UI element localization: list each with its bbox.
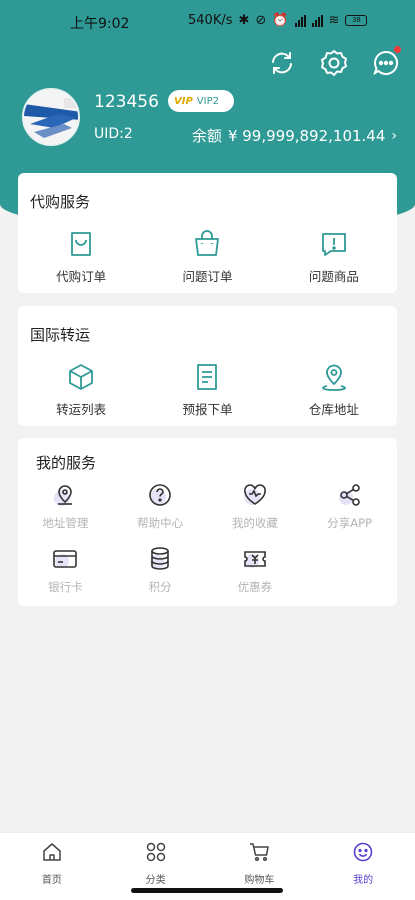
coupons-button[interactable]: 优惠券 xyxy=(208,546,303,595)
bag-handle-icon xyxy=(195,230,220,256)
top-actions xyxy=(267,46,401,78)
status-indicators: 540K/s ✱ ⊘ ⏰ ≋ 38 xyxy=(188,13,368,28)
section-title: 我的服务 xyxy=(36,454,97,472)
coins-icon xyxy=(150,547,169,570)
purchase-orders-button[interactable]: 代购订单 xyxy=(18,229,144,285)
tab-label: 首页 xyxy=(41,875,62,886)
tab-label: 分类 xyxy=(145,875,166,886)
signal-icon xyxy=(294,14,306,27)
vip-badge[interactable]: VIP VIP2 xyxy=(168,90,234,112)
share-app-button[interactable]: 分享APP xyxy=(302,482,397,531)
mute-icon: ⊘ xyxy=(255,13,267,28)
problem-products-button[interactable]: 问题商品 xyxy=(271,229,397,285)
balance-link[interactable]: 余额 ¥ 99,999,892,101.44 › xyxy=(192,125,397,146)
tab-label: 我的 xyxy=(353,875,374,886)
my-services-card: 我的服务 地址管理 帮助中心 我的收藏 分享APP 银行卡 积分 优惠券 xyxy=(18,438,397,606)
coupon-icon xyxy=(244,551,266,568)
warehouse-address-button[interactable]: 仓库地址 xyxy=(271,362,397,418)
item-label: 我的收藏 xyxy=(231,516,278,530)
alert-message-icon xyxy=(321,233,346,256)
section-title: 代购服务 xyxy=(30,193,91,211)
item-label: 转运列表 xyxy=(56,402,107,417)
item-label: 问题商品 xyxy=(308,269,359,284)
item-label: 优惠券 xyxy=(237,580,273,594)
shipping-service-card: 国际转运 转运列表 预报下单 仓库地址 xyxy=(18,306,397,426)
item-label: 问题订单 xyxy=(182,269,233,284)
item-label: 地址管理 xyxy=(42,516,89,530)
purchase-service-card: 代购服务 代购订单 问题订单 问题商品 xyxy=(18,173,397,293)
home-indicator xyxy=(131,888,283,893)
avatar[interactable] xyxy=(22,88,80,146)
bluetooth-icon: ✱ xyxy=(238,13,250,28)
home-icon xyxy=(43,843,61,861)
status-time: 上午9:02 xyxy=(70,16,130,32)
points-button[interactable]: 积分 xyxy=(113,546,208,595)
user-face-icon xyxy=(353,842,373,862)
bank-card-button[interactable]: 银行卡 xyxy=(18,546,113,595)
item-label: 积分 xyxy=(148,580,172,594)
settings-gear-icon[interactable] xyxy=(319,48,349,78)
item-label: 银行卡 xyxy=(48,580,83,594)
refresh-icon[interactable] xyxy=(267,48,297,78)
category-icon xyxy=(146,842,165,862)
my-favorites-button[interactable]: 我的收藏 xyxy=(208,482,303,531)
vip-level: VIP2 xyxy=(196,95,219,107)
item-label: 预报下单 xyxy=(182,402,233,417)
item-label: 分享APP xyxy=(327,516,372,530)
message-icon[interactable] xyxy=(371,46,401,78)
vip-icon: VIP xyxy=(174,95,193,107)
signal-icon-2 xyxy=(311,14,323,27)
heart-icon xyxy=(243,484,266,505)
section-title: 国际转运 xyxy=(30,326,91,344)
username: 123456 xyxy=(94,92,159,112)
share-icon xyxy=(338,484,360,506)
wifi-icon: ≋ xyxy=(328,13,340,28)
item-label: 帮助中心 xyxy=(137,516,184,530)
network-speed: 540K/s xyxy=(188,13,233,28)
balance-label: 余额 xyxy=(191,127,222,145)
document-icon xyxy=(197,364,218,390)
bank-card-icon xyxy=(53,550,78,568)
help-center-button[interactable]: 帮助中心 xyxy=(113,482,208,531)
cart-icon xyxy=(250,843,270,862)
tab-home[interactable]: 首页 xyxy=(0,833,104,900)
box-icon xyxy=(69,364,94,390)
notification-dot xyxy=(394,46,401,53)
status-bar: 上午9:02 540K/s ✱ ⊘ ⏰ ≋ 38 xyxy=(0,10,415,34)
shipping-list-button[interactable]: 转运列表 xyxy=(18,362,144,418)
alarm-icon: ⏰ xyxy=(272,13,289,28)
map-pin-icon xyxy=(54,485,73,506)
chevron-right-icon: › xyxy=(391,127,397,144)
balance-value: ¥ 99,999,892,101.44 xyxy=(227,126,386,145)
shopping-bag-icon xyxy=(71,232,92,256)
user-id: UID:2 xyxy=(94,126,133,142)
tab-mine[interactable]: 我的 xyxy=(311,833,415,900)
location-pin-icon xyxy=(321,364,346,391)
address-management-button[interactable]: 地址管理 xyxy=(18,482,113,531)
battery-icon: 38 xyxy=(345,15,368,26)
problem-orders-button[interactable]: 问题订单 xyxy=(144,229,270,285)
tab-label: 购物车 xyxy=(244,875,275,886)
item-label: 仓库地址 xyxy=(308,402,359,417)
help-icon xyxy=(149,484,171,506)
pre-order-button[interactable]: 预报下单 xyxy=(144,362,270,418)
item-label: 代购订单 xyxy=(56,269,107,284)
